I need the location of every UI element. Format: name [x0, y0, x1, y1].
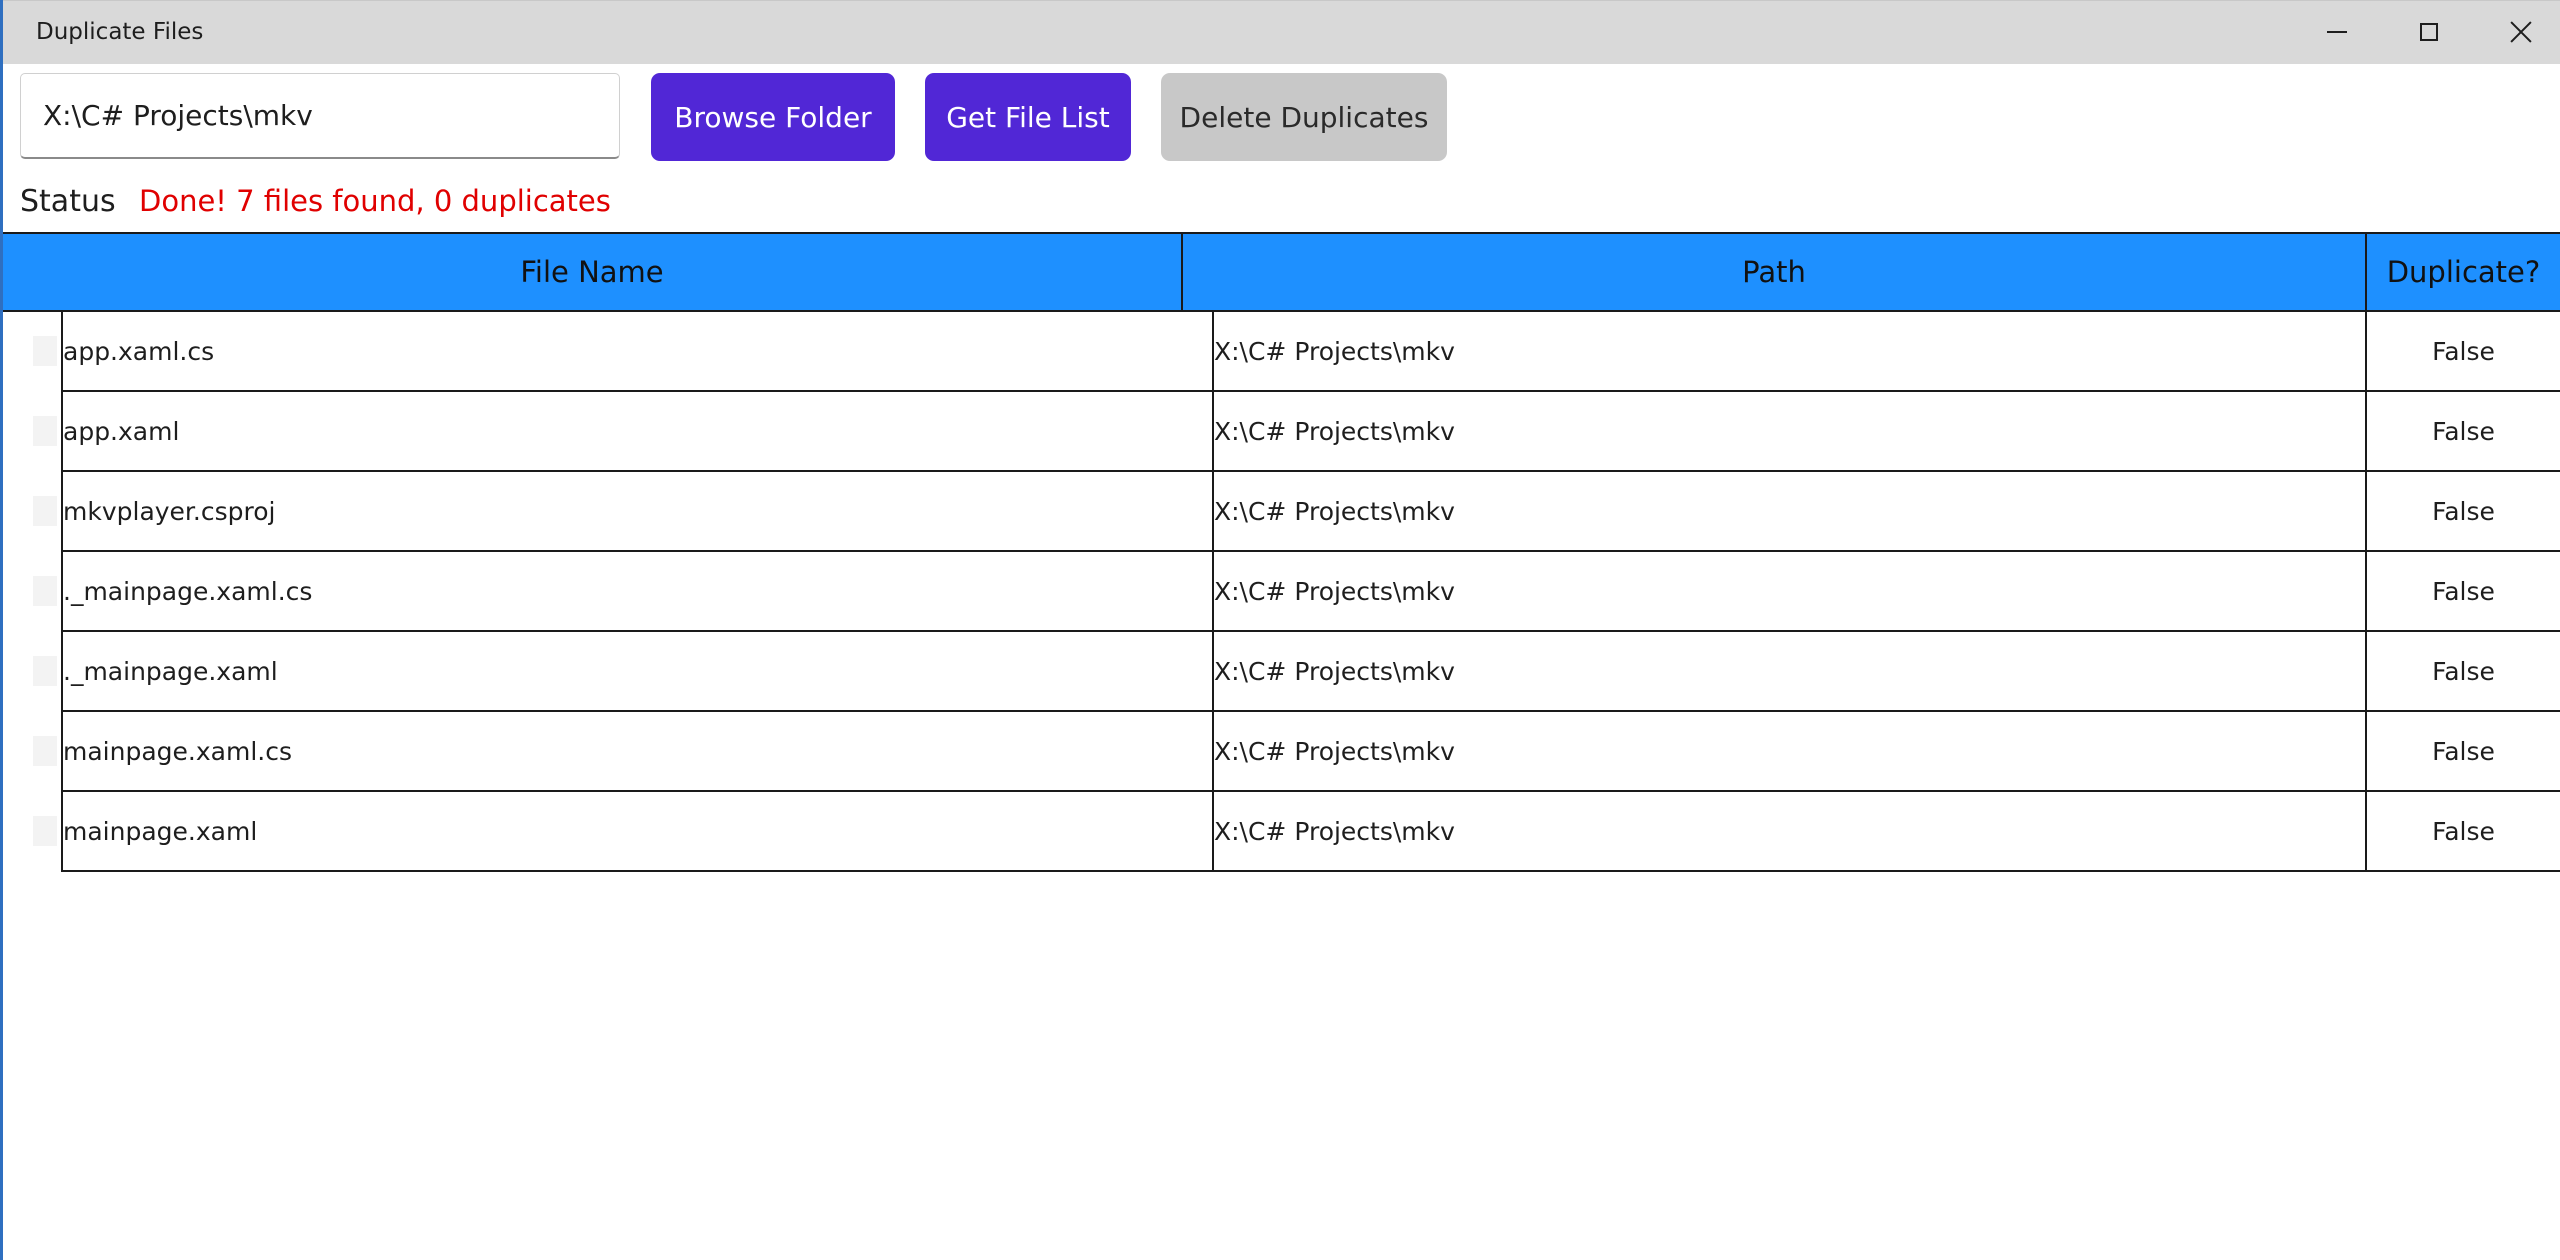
- table-row[interactable]: mainpage.xaml X:\C# Projects\mkv False: [3, 792, 2560, 872]
- title-bar[interactable]: Duplicate Files: [3, 0, 2560, 64]
- path-cell[interactable]: X:\C# Projects\mkv: [1214, 712, 2367, 790]
- browse-folder-button[interactable]: Browse Folder: [651, 73, 895, 161]
- table-row[interactable]: mkvplayer.csproj X:\C# Projects\mkv Fals…: [3, 472, 2560, 552]
- duplicate-cell[interactable]: False: [2367, 472, 2560, 550]
- window-title: Duplicate Files: [36, 19, 204, 45]
- file-name-cell[interactable]: app.xaml: [63, 392, 1214, 470]
- duplicate-cell[interactable]: False: [2367, 552, 2560, 630]
- status-message: Done! 7 files found, 0 duplicates: [139, 184, 611, 218]
- grid-header: File Name Path Duplicate?: [3, 232, 2560, 312]
- row-header[interactable]: [33, 656, 57, 686]
- minimize-button[interactable]: [2291, 1, 2383, 63]
- file-name-cell[interactable]: mainpage.xaml: [63, 792, 1214, 870]
- file-grid: app.xaml.cs X:\C# Projects\mkv False app…: [3, 312, 2560, 872]
- column-header-path[interactable]: Path: [1183, 234, 2367, 310]
- close-icon: [2509, 20, 2533, 44]
- file-name-cell[interactable]: app.xaml.cs: [63, 312, 1214, 390]
- row-header[interactable]: [33, 336, 57, 366]
- get-file-list-button[interactable]: Get File List: [925, 73, 1131, 161]
- table-row[interactable]: mainpage.xaml.cs X:\C# Projects\mkv Fals…: [3, 712, 2560, 792]
- minimize-icon: [2327, 31, 2347, 33]
- table-row[interactable]: app.xaml.cs X:\C# Projects\mkv False: [3, 312, 2560, 392]
- duplicate-cell[interactable]: False: [2367, 712, 2560, 790]
- path-cell[interactable]: X:\C# Projects\mkv: [1214, 632, 2367, 710]
- row-header[interactable]: [33, 576, 57, 606]
- maximize-button[interactable]: [2383, 1, 2475, 63]
- app-window: Duplicate Files Browse Folder Get File L…: [0, 0, 2560, 1260]
- delete-duplicates-button[interactable]: Delete Duplicates: [1161, 73, 1447, 161]
- row-header[interactable]: [33, 416, 57, 446]
- file-name-cell[interactable]: mkvplayer.csproj: [63, 472, 1214, 550]
- column-header-duplicate[interactable]: Duplicate?: [2367, 234, 2560, 310]
- folder-path-input[interactable]: [20, 73, 620, 159]
- table-row[interactable]: ._mainpage.xaml X:\C# Projects\mkv False: [3, 632, 2560, 712]
- close-button[interactable]: [2475, 1, 2560, 63]
- path-cell[interactable]: X:\C# Projects\mkv: [1214, 472, 2367, 550]
- row-header[interactable]: [33, 736, 57, 766]
- path-cell[interactable]: X:\C# Projects\mkv: [1214, 312, 2367, 390]
- path-cell[interactable]: X:\C# Projects\mkv: [1214, 392, 2367, 470]
- file-name-cell[interactable]: ._mainpage.xaml: [63, 632, 1214, 710]
- maximize-icon: [2420, 23, 2438, 41]
- table-row[interactable]: app.xaml X:\C# Projects\mkv False: [3, 392, 2560, 472]
- duplicate-cell[interactable]: False: [2367, 392, 2560, 470]
- column-header-file-name[interactable]: File Name: [3, 234, 1183, 310]
- duplicate-cell[interactable]: False: [2367, 792, 2560, 870]
- file-name-cell[interactable]: ._mainpage.xaml.cs: [63, 552, 1214, 630]
- duplicate-cell[interactable]: False: [2367, 312, 2560, 390]
- file-name-cell[interactable]: mainpage.xaml.cs: [63, 712, 1214, 790]
- duplicate-cell[interactable]: False: [2367, 632, 2560, 710]
- status-label: Status: [20, 184, 116, 219]
- path-cell[interactable]: X:\C# Projects\mkv: [1214, 792, 2367, 870]
- path-cell[interactable]: X:\C# Projects\mkv: [1214, 552, 2367, 630]
- row-header[interactable]: [33, 496, 57, 526]
- row-header[interactable]: [33, 816, 57, 846]
- table-row[interactable]: ._mainpage.xaml.cs X:\C# Projects\mkv Fa…: [3, 552, 2560, 632]
